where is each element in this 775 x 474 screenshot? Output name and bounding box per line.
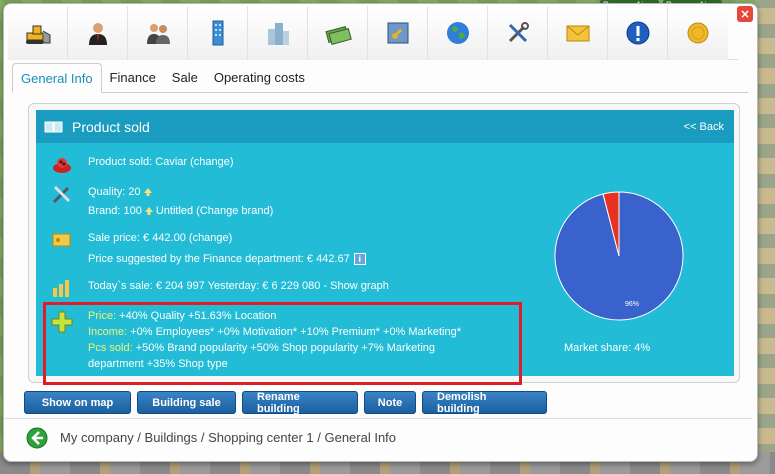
panel-header: Product sold << Back bbox=[36, 110, 734, 143]
pie-label: 96% bbox=[625, 301, 639, 308]
highlight-box bbox=[43, 302, 522, 385]
main-toolbar bbox=[8, 6, 738, 60]
tab-operating-costs[interactable]: Operating costs bbox=[206, 62, 313, 92]
show-on-map-button[interactable]: Show on map bbox=[24, 391, 131, 414]
map-key-icon[interactable] bbox=[368, 6, 428, 60]
product-sold-text[interactable]: Product sold: Caviar (change) bbox=[88, 152, 234, 173]
price-tag-icon bbox=[52, 233, 71, 247]
close-icon[interactable]: × bbox=[737, 6, 753, 22]
tab-sale[interactable]: Sale bbox=[164, 62, 206, 92]
breadcrumb[interactable]: My company / Buildings / Shopping center… bbox=[60, 430, 396, 445]
rename-building-button[interactable]: Rename building bbox=[242, 391, 358, 415]
mail-icon[interactable] bbox=[548, 6, 608, 60]
tab-general-info[interactable]: General Info bbox=[12, 63, 102, 93]
coin-icon[interactable] bbox=[668, 6, 728, 60]
quality-value: Quality: 20 bbox=[88, 186, 141, 198]
pie-chart: 96% bbox=[554, 191, 684, 321]
product-row: Product sold: Caviar (change) bbox=[50, 152, 234, 176]
money-icon[interactable] bbox=[308, 6, 368, 60]
building-icon[interactable] bbox=[188, 6, 248, 60]
market-share-pie: 96% bbox=[552, 189, 686, 323]
back-arrow-icon[interactable] bbox=[26, 427, 48, 449]
suggested-price-value: Price suggested by the Finance departmen… bbox=[88, 253, 350, 265]
map-edge bbox=[755, 0, 775, 474]
caviar-icon bbox=[53, 158, 71, 173]
demolish-building-button[interactable]: Demolish building bbox=[422, 391, 547, 415]
action-buttons: Show on map Building sale Rename buildin… bbox=[24, 391, 547, 415]
quality-text: Quality: 20 bbox=[88, 182, 273, 203]
manager-icon[interactable] bbox=[68, 6, 128, 60]
arrow-up-icon bbox=[144, 207, 153, 216]
arrow-up-icon bbox=[143, 188, 152, 197]
sales-row: Today`s sale: € 204 997 Yesterday: € 6 2… bbox=[50, 276, 389, 300]
building-sale-button[interactable]: Building sale bbox=[137, 391, 236, 414]
footer-bar: My company / Buildings / Shopping center… bbox=[4, 418, 752, 456]
tools-icon[interactable] bbox=[488, 6, 548, 60]
price-row: Sale price: € 442.00 (change) Price sugg… bbox=[50, 228, 366, 270]
tab-bar: General Info Finance Sale Operating cost… bbox=[12, 63, 748, 93]
brand-text: Brand: 100 Untitled (Change brand) bbox=[88, 203, 273, 219]
note-button[interactable]: Note bbox=[364, 391, 416, 414]
sales-text[interactable]: Today`s sale: € 204 997 Yesterday: € 6 2… bbox=[88, 276, 389, 297]
tools-icon bbox=[52, 185, 71, 204]
bar-chart-icon bbox=[53, 280, 69, 297]
sale-price-text[interactable]: Sale price: € 442.00 (change) bbox=[88, 228, 366, 249]
buildings-icon[interactable] bbox=[248, 6, 308, 60]
employees-icon[interactable] bbox=[128, 6, 188, 60]
panel-title: Product sold bbox=[72, 118, 150, 135]
quality-row: Quality: 20 Brand: 100 Untitled (Change b… bbox=[50, 182, 273, 219]
back-link[interactable]: << Back bbox=[684, 121, 724, 133]
market-share-label: Market share: 4% bbox=[564, 342, 651, 354]
bulldozer-icon[interactable] bbox=[8, 6, 68, 60]
suggested-price-text: Price suggested by the Finance departmen… bbox=[88, 249, 366, 270]
tab-finance[interactable]: Finance bbox=[102, 62, 164, 92]
brand-value: Brand: 100 bbox=[88, 205, 142, 217]
info-icon[interactable]: i bbox=[353, 253, 366, 266]
alert-icon[interactable] bbox=[608, 6, 668, 60]
product-icon bbox=[44, 121, 63, 132]
change-brand-link[interactable]: Untitled (Change brand) bbox=[156, 205, 273, 217]
globe-icon[interactable] bbox=[428, 6, 488, 60]
